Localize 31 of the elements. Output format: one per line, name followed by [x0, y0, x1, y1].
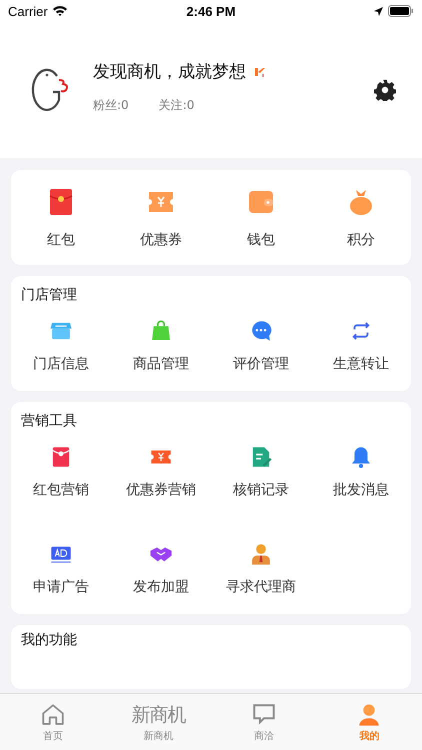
- tab-icon: [40, 702, 66, 728]
- menu-item[interactable]: 评价管理: [211, 318, 311, 373]
- menu-item[interactable]: 批发消息: [311, 444, 411, 499]
- battery-icon: [388, 5, 414, 17]
- clock: 2:46 PM: [186, 4, 236, 18]
- section-title: 我的功能: [20, 631, 78, 649]
- following-count[interactable]: 关注:0: [158, 97, 194, 114]
- menu-item[interactable]: 申请广告: [11, 541, 111, 596]
- wallet-item[interactable]: 优惠券: [111, 186, 211, 249]
- level-badge-icon: [254, 66, 266, 78]
- section-title: 门店管理: [20, 286, 78, 304]
- tab-icon: [250, 702, 277, 728]
- menu-item[interactable]: 核销记录: [211, 444, 311, 499]
- menu-item[interactable]: 商品管理: [111, 318, 211, 373]
- menu-item[interactable]: 生意转让: [311, 318, 411, 373]
- logo-text: 新商机: [131, 702, 186, 728]
- settings-icon[interactable]: [374, 79, 396, 101]
- menu-item[interactable]: 红包营销: [11, 444, 111, 499]
- wallet-item[interactable]: 红包: [11, 186, 111, 249]
- wifi-icon: [52, 5, 68, 17]
- location-icon: [373, 6, 384, 16]
- fans-count[interactable]: 粉丝:0: [93, 97, 129, 114]
- menu-item[interactable]: 发布加盟: [111, 541, 211, 596]
- wallet-item[interactable]: 积分: [311, 186, 411, 249]
- profile-name: 发现商机，成就梦想: [93, 61, 246, 83]
- wallet-item[interactable]: 钱包: [211, 186, 311, 249]
- carrier-label: Carrier: [8, 4, 48, 18]
- menu-item[interactable]: 门店信息: [11, 318, 111, 373]
- section-title: 营销工具: [20, 412, 78, 430]
- menu-item[interactable]: 优惠券营销: [111, 444, 211, 499]
- menu-item[interactable]: 寻求代理商: [211, 541, 311, 596]
